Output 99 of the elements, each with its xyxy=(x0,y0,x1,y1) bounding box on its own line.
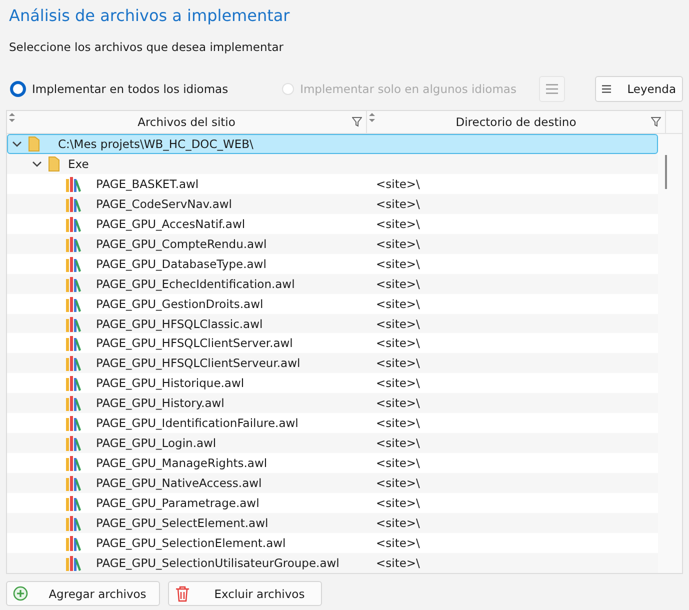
file-name: PAGE_GPU_HFSQLClassic.awl xyxy=(96,316,263,330)
destination-cell-text: <site>\ xyxy=(375,556,421,570)
filter-icon[interactable] xyxy=(651,117,661,127)
destination-cell-text: <site>\ xyxy=(375,416,421,430)
destination-cell-text: <site>\ xyxy=(375,476,421,490)
caret-icon[interactable] xyxy=(12,140,22,148)
tree-row[interactable]: PAGE_GPU_SelectionElement.awl <site>\ xyxy=(7,533,658,553)
tree-row[interactable]: PAGE_GPU_HFSQLClassic.awl <site>\ xyxy=(7,314,658,334)
tree-row[interactable]: PAGE_GPU_Parametrage.awl <site>\ xyxy=(7,493,658,514)
file-name: PAGE_GPU_HFSQLClientServer.awl xyxy=(96,336,293,350)
tree-row[interactable]: PAGE_BASKET.awl <site>\ xyxy=(7,174,658,194)
sort-icon[interactable] xyxy=(9,113,15,122)
file-name: PAGE_GPU_AccesNatif.awl xyxy=(96,216,246,231)
books-icon xyxy=(64,355,82,372)
destination-cell-text: <site>\ xyxy=(375,196,421,211)
tree-row[interactable]: PAGE_GPU_Historique.awl <site>\ xyxy=(7,373,658,394)
file-name: PAGE_GPU_Parametrage.awl xyxy=(96,496,260,510)
file-name: PAGE_GPU_NativeAccess.awl xyxy=(96,476,262,490)
add-icon xyxy=(13,586,28,601)
books-icon xyxy=(64,435,82,452)
folder-name: C:\Mes projets\WB_HC_DOC_WEB\ xyxy=(58,136,254,151)
legend-button[interactable]: Leyenda xyxy=(595,76,683,102)
trash-icon xyxy=(175,586,190,602)
books-icon xyxy=(64,375,82,392)
tree-row[interactable]: PAGE_GPU_ManageRights.awl <site>\ xyxy=(7,453,658,474)
books-icon xyxy=(64,455,82,472)
destination-cell-text: <site>\ xyxy=(375,516,421,530)
destination-cell-text: <site>\ xyxy=(375,316,421,330)
file-name: PAGE_GPU_DatabaseType.awl xyxy=(96,256,266,271)
radio-option[interactable]: Implementar en todos los idiomas xyxy=(10,81,228,97)
destination-cell-text: <site>\ xyxy=(375,456,421,470)
sort-icon[interactable] xyxy=(369,113,375,122)
books-icon xyxy=(64,176,82,192)
destination-cell-text: <site>\ xyxy=(375,496,421,510)
destination-cell-text: <site>\ xyxy=(375,396,421,410)
books-icon xyxy=(64,395,82,412)
tree-row[interactable]: PAGE_GPU_History.awl <site>\ xyxy=(7,393,658,414)
tree-row[interactable]: PAGE_GPU_EchecIdentification.awl <site>\ xyxy=(7,274,658,294)
tree-row[interactable]: C:\Mes projets\WB_HC_DOC_WEB\ xyxy=(7,134,658,154)
books-icon xyxy=(64,415,82,432)
file-name: PAGE_GPU_SelectionElement.awl xyxy=(96,536,286,550)
books-icon xyxy=(64,256,82,272)
destination-cell-text: <site>\ xyxy=(375,176,421,191)
tree-row[interactable]: PAGE_GPU_HFSQLClientServeur.awl <site>\ xyxy=(7,353,658,374)
caret-icon[interactable] xyxy=(32,160,42,168)
column-header[interactable]: Directorio de destino xyxy=(367,111,666,133)
destination-cell-text: <site>\ xyxy=(375,296,421,311)
books-icon xyxy=(64,236,82,252)
file-name: PAGE_GPU_CompteRendu.awl xyxy=(96,236,267,251)
tree-row[interactable]: PAGE_GPU_IdentificationFailure.awl <site>\ xyxy=(7,413,658,434)
file-name: PAGE_GPU_History.awl xyxy=(96,396,224,410)
scrollbar[interactable] xyxy=(665,155,667,189)
books-icon xyxy=(64,534,82,551)
destination-cell-text: <site>\ xyxy=(375,236,421,251)
file-name: PAGE_GPU_IdentificationFailure.awl xyxy=(96,416,298,430)
filter-icon[interactable] xyxy=(352,117,362,127)
books-icon xyxy=(64,515,82,532)
file-name: PAGE_GPU_ManageRights.awl xyxy=(96,456,268,470)
destination-cell-text: <site>\ xyxy=(375,216,421,231)
exclude-files-button[interactable]: Excluir archivos xyxy=(168,581,322,606)
destination-cell-text: <site>\ xyxy=(375,356,421,370)
tree-row[interactable]: PAGE_GPU_HFSQLClientServer.awl <site>\ xyxy=(7,333,658,354)
books-icon xyxy=(64,296,82,312)
file-name: PAGE_CodeServNav.awl xyxy=(96,196,232,211)
books-icon xyxy=(64,554,82,571)
file-name: PAGE_GPU_SelectElement.awl xyxy=(96,516,268,530)
tree-row[interactable]: PAGE_GPU_AccesNatif.awl <site>\ xyxy=(7,214,658,234)
books-icon xyxy=(64,276,82,292)
file-name: PAGE_GPU_HFSQLClientServeur.awl xyxy=(96,356,300,370)
folder-icon xyxy=(48,156,60,172)
file-name: PAGE_GPU_Historique.awl xyxy=(96,376,244,390)
instructions: Seleccione los archivos que desea implementar xyxy=(8,39,285,56)
column-header[interactable]: Archivos del sitio xyxy=(7,111,367,133)
tree-row[interactable]: PAGE_GPU_DatabaseType.awl <site>\ xyxy=(7,254,658,274)
tree-row[interactable]: PAGE_GPU_GestionDroits.awl <site>\ xyxy=(7,294,658,314)
destination-cell-text: <site>\ xyxy=(375,256,421,271)
destination-cell-text: <site>\ xyxy=(375,336,421,350)
menu-icon xyxy=(546,83,558,95)
file-name: PAGE_GPU_EchecIdentification.awl xyxy=(96,276,295,291)
books-icon xyxy=(64,316,82,332)
folder-name: Exe xyxy=(68,156,89,171)
file-name: PAGE_BASKET.awl xyxy=(96,176,199,191)
menu-icon xyxy=(602,83,612,95)
add-files-button[interactable]: Agregar archivos xyxy=(6,581,160,606)
tree-row[interactable]: PAGE_GPU_CompteRendu.awl <site>\ xyxy=(7,234,658,254)
books-icon xyxy=(64,495,82,512)
books-icon xyxy=(64,475,82,492)
destination-cell-text: <site>\ xyxy=(375,376,421,390)
destination-cell-text: <site>\ xyxy=(375,276,421,291)
file-name: PAGE_GPU_SelectionUtilisateurGroupe.awl xyxy=(96,556,340,570)
file-name: PAGE_GPU_GestionDroits.awl xyxy=(96,296,264,311)
books-icon xyxy=(64,196,82,212)
destination-cell-text: <site>\ xyxy=(375,536,421,550)
file-name: PAGE_GPU_Login.awl xyxy=(96,436,216,450)
books-icon xyxy=(64,335,82,352)
page-title: Análisis de archivos a implementar xyxy=(8,5,291,27)
folder-icon xyxy=(28,136,40,152)
destination-cell-text: <site>\ xyxy=(375,436,421,450)
books-icon xyxy=(64,216,82,232)
